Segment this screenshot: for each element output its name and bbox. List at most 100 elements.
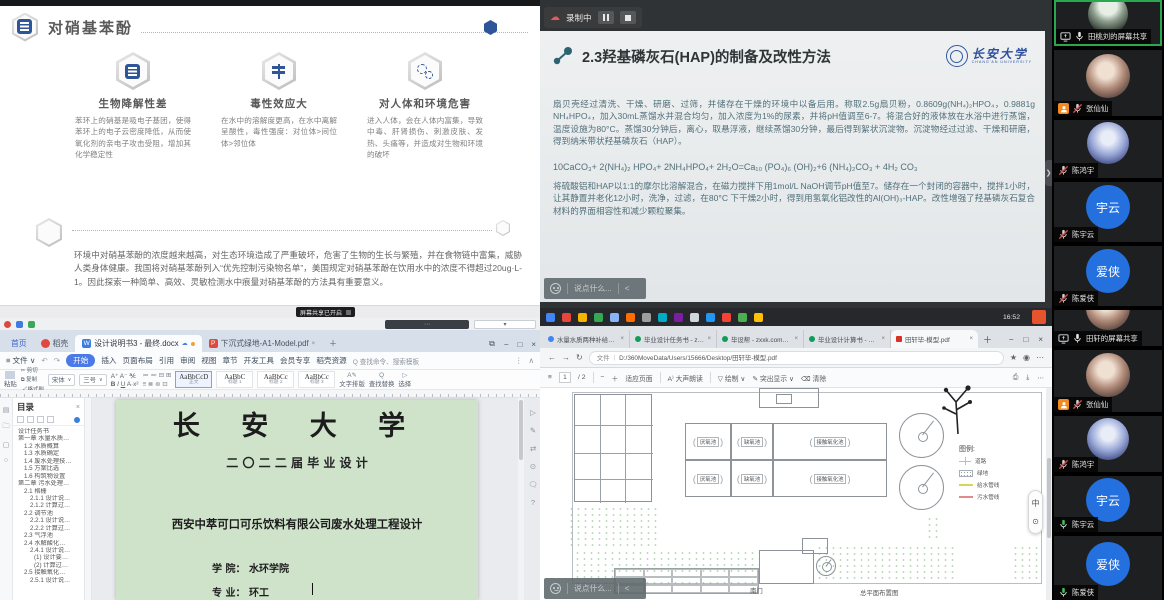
collapse-ribbon-icon[interactable]: ∧: [528, 356, 534, 365]
toc-item[interactable]: 第一章 水量水质…: [15, 435, 82, 442]
toc-item[interactable]: (2) 计算过…: [15, 562, 82, 569]
grow-font-icon[interactable]: A⁺ A⁻ ℀: [111, 372, 139, 380]
search-icon[interactable]: ○: [4, 457, 8, 464]
toc-tool-icon[interactable]: [37, 416, 44, 423]
menu-insert[interactable]: 插入: [101, 355, 116, 366]
menu-member[interactable]: 会员专享: [280, 355, 310, 366]
participant-tile[interactable]: 田桃刘的屏幕共享: [1054, 0, 1162, 46]
doc-scrollbar[interactable]: [518, 398, 524, 600]
target-icon[interactable]: ⊙: [530, 462, 536, 471]
pause-recording-button[interactable]: [597, 11, 614, 24]
horizontal-ruler[interactable]: [0, 390, 540, 398]
collapse-chat-icon[interactable]: <: [625, 284, 630, 293]
browser-tab[interactable]: 水量水质两种补给水量预测×: [543, 330, 630, 348]
toc-item[interactable]: 2.2.2 计算过…: [15, 525, 82, 532]
menu-page-layout[interactable]: 页面布局: [123, 355, 153, 366]
edit-icon[interactable]: ✎: [530, 426, 536, 435]
participant-tile[interactable]: 张仙仙: [1054, 350, 1162, 412]
pdf-page-canvas[interactable]: (厌氧池) (缺氧池) (接触氧化池) (厌氧池) (缺氧池) (接触氧化池) …: [554, 385, 1046, 600]
layout-switch-icon[interactable]: ⧉: [489, 339, 495, 349]
new-tab-button[interactable]: ＋: [978, 333, 997, 348]
list-icons[interactable]: ≔ ≕ ⊟ ⊞: [142, 371, 171, 379]
collapse-chat-icon[interactable]: <: [625, 584, 630, 593]
redo-icon[interactable]: ↷: [54, 356, 60, 365]
vertical-ruler[interactable]: [85, 398, 92, 600]
participant-tile[interactable]: 爱侠 陈爱侠: [1054, 246, 1162, 306]
chat-input-placeholder[interactable]: 说点什么...: [574, 583, 612, 594]
emoji-icon[interactable]: [550, 283, 561, 294]
back-icon[interactable]: ←: [548, 353, 556, 362]
comment-icon[interactable]: 🗨: [528, 480, 538, 489]
maximize-button[interactable]: □: [517, 340, 522, 349]
document-page[interactable]: 长 安 大 学 二 〇 二 二 届 毕 业 设 计 西安中萃可口可乐饮料有限公司…: [116, 400, 478, 600]
toc-item[interactable]: 2.4 水解酸化…: [15, 540, 82, 547]
favorite-star-icon[interactable]: ★: [1010, 353, 1017, 362]
highlight-button[interactable]: ✎ 突出显示 ∨: [752, 373, 794, 383]
participant-tile[interactable]: 陈鸿宇: [1054, 416, 1162, 472]
style-heading3[interactable]: AaBbCc 标题 3: [298, 371, 336, 388]
meeting-annotation-widget[interactable]: 中 ⊙: [1028, 490, 1043, 534]
toc-toggle-icon[interactable]: [74, 416, 80, 423]
taskbar-app-icon[interactable]: [594, 312, 603, 322]
toc-item[interactable]: 2.1 格栅: [15, 488, 82, 495]
close-button[interactable]: ×: [1038, 335, 1043, 344]
menu-section[interactable]: 章节: [222, 355, 237, 366]
read-mode-icon[interactable]: ▷: [530, 408, 536, 417]
toc-item[interactable]: 1.5 方案比选: [15, 465, 82, 472]
tray-app-icon[interactable]: [16, 320, 23, 328]
menu-docer-res[interactable]: 稻壳资源: [316, 355, 346, 366]
meeting-chat-bar[interactable]: 说点什么... <: [544, 578, 646, 599]
stop-recording-button[interactable]: [619, 11, 636, 24]
help-icon[interactable]: ?: [531, 498, 535, 507]
toc-tool-icon[interactable]: [47, 416, 54, 423]
meeting-chat-bar[interactable]: 说点什么... <: [544, 278, 646, 299]
maximize-button[interactable]: □: [1023, 335, 1028, 344]
participant-tile[interactable]: 宇云 陈宇云: [1054, 182, 1162, 242]
paste-button[interactable]: 粘贴: [4, 371, 17, 388]
browser-tab[interactable]: 毕业设计计算书 - 网页 ×: [804, 330, 891, 348]
cut-button[interactable]: ✂ 剪切: [21, 366, 44, 374]
chat-input-placeholder[interactable]: 说点什么...: [574, 283, 612, 294]
minimize-button[interactable]: −: [1009, 335, 1014, 344]
forward-icon[interactable]: →: [562, 353, 570, 362]
taskbar-app-icon[interactable]: [610, 312, 619, 322]
taskbar-app-icon[interactable]: [562, 312, 571, 322]
sync-icon[interactable]: ⇄: [530, 444, 536, 453]
reload-icon[interactable]: ↻: [576, 353, 583, 362]
participant-tile[interactable]: 张仙仙: [1054, 50, 1162, 116]
pdf-outline-icon[interactable]: ≡: [548, 374, 552, 381]
taskbar-app-icon[interactable]: [690, 312, 699, 322]
browser-tab-active[interactable]: 田轩毕-模型.pdf ×: [891, 330, 978, 348]
tab-document[interactable]: W 设计说明书3 - 最终.docx ☁: [75, 335, 202, 352]
taskbar-app-icon[interactable]: [738, 312, 747, 322]
browser-menu-icon[interactable]: ⋯: [1036, 353, 1044, 362]
toc-item[interactable]: 2.3 气浮池: [15, 532, 82, 539]
file-menu[interactable]: ≡ 文件 ∨: [6, 355, 35, 366]
close-button[interactable]: ×: [531, 340, 536, 349]
toc-item[interactable]: 第二章 污水处理…: [15, 480, 82, 487]
toc-item[interactable]: 2.4.1 设计说…: [15, 547, 82, 554]
url-field[interactable]: 文件 | D:/360MoveData/Users/15666/Desktop/…: [588, 350, 1004, 365]
minimize-button[interactable]: −: [504, 340, 509, 349]
toc-tool-icon[interactable]: [17, 416, 24, 423]
toc-item[interactable]: 2.5.1 设计说…: [15, 577, 82, 584]
participant-tile[interactable]: 宇云 陈宇云: [1054, 476, 1162, 532]
toc-item[interactable]: 2.5 接触氧化…: [15, 569, 82, 576]
browser-tab[interactable]: 毕设帮 - zxxk.com网页 ×: [717, 330, 804, 348]
taskbar-app-icon[interactable]: [578, 312, 587, 322]
toc-item[interactable]: 设计任务书: [15, 428, 82, 435]
zoom-out-icon[interactable]: −: [601, 374, 605, 381]
read-aloud-button[interactable]: A⁾ 大声朗读: [668, 373, 703, 383]
profile-icon[interactable]: ◉: [1023, 353, 1030, 362]
taskbar-app-icon[interactable]: [674, 312, 683, 322]
taskbar-app-icon[interactable]: [658, 312, 667, 322]
menu-view[interactable]: 视图: [201, 355, 216, 366]
tab-docer[interactable]: 稻壳: [34, 335, 76, 352]
browser-tab[interactable]: 毕业设计任务书 - zxxk.com×: [630, 330, 717, 348]
pdf-more-icon[interactable]: ⋯: [1037, 374, 1044, 382]
style-heading1[interactable]: AaBbC 标题 1: [216, 371, 254, 388]
select-button[interactable]: ▷ 选择: [398, 371, 411, 388]
emoji-icon[interactable]: [550, 583, 561, 594]
text-tool-button[interactable]: A✎ 文字排版: [339, 371, 365, 388]
tab-home[interactable]: 首页: [4, 335, 34, 352]
